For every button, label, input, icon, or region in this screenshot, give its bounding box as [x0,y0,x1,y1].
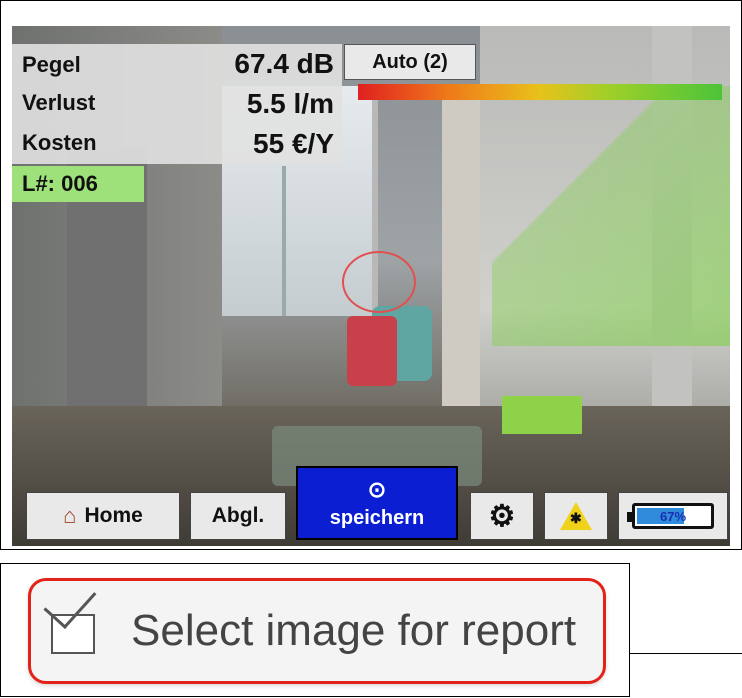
leak-id-badge: L#: 006 [12,166,144,202]
readout-value: 5.5 l/m [246,88,334,119]
readout-value: 55 €/Y [253,128,334,159]
abgl-button[interactable]: Abgl. [190,492,286,540]
settings-button[interactable]: ⚙ [470,492,534,540]
checkbox-icon [43,574,113,662]
auto-mode-button[interactable]: Auto (2) [344,44,476,80]
readout-row-verlust: Verlust 5.5 l/m [12,84,342,124]
battery-icon: 67% [627,503,714,529]
readout-row-pegel: Pegel 67.4 dB [12,44,342,84]
battery-tip [627,512,632,522]
readout-value: 67.4 dB [234,48,334,79]
basket [502,396,582,434]
divider-line [630,653,742,654]
camera-icon: ⊙ [367,476,387,502]
readout-row-kosten: Kosten 55 €/Y [12,124,342,164]
acoustic-overlay [492,86,730,346]
readout-label: Pegel [22,52,81,77]
save-button[interactable]: ⊙ speichern [296,466,458,540]
laser-warning-icon: ✱ [560,502,592,530]
level-color-bar [358,84,722,100]
select-image-label: Select image for report [131,606,577,655]
gear-icon: ⚙ [488,499,516,533]
home-button[interactable]: ⌂ Home [26,492,180,540]
chair-red [347,316,397,386]
house-icon: ⌂ [63,503,77,528]
save-label: speichern [329,506,425,529]
readout-label: Verlust [22,90,96,115]
laser-warning-button[interactable]: ✱ [544,492,608,540]
readout-label: Kosten [22,130,97,155]
select-image-for-report-button[interactable]: Select image for report [28,574,606,684]
battery-indicator: 67% [618,492,728,540]
leak-marker-circle [342,251,416,313]
battery-percent: 67% [659,508,687,524]
home-label: Home [84,504,143,527]
